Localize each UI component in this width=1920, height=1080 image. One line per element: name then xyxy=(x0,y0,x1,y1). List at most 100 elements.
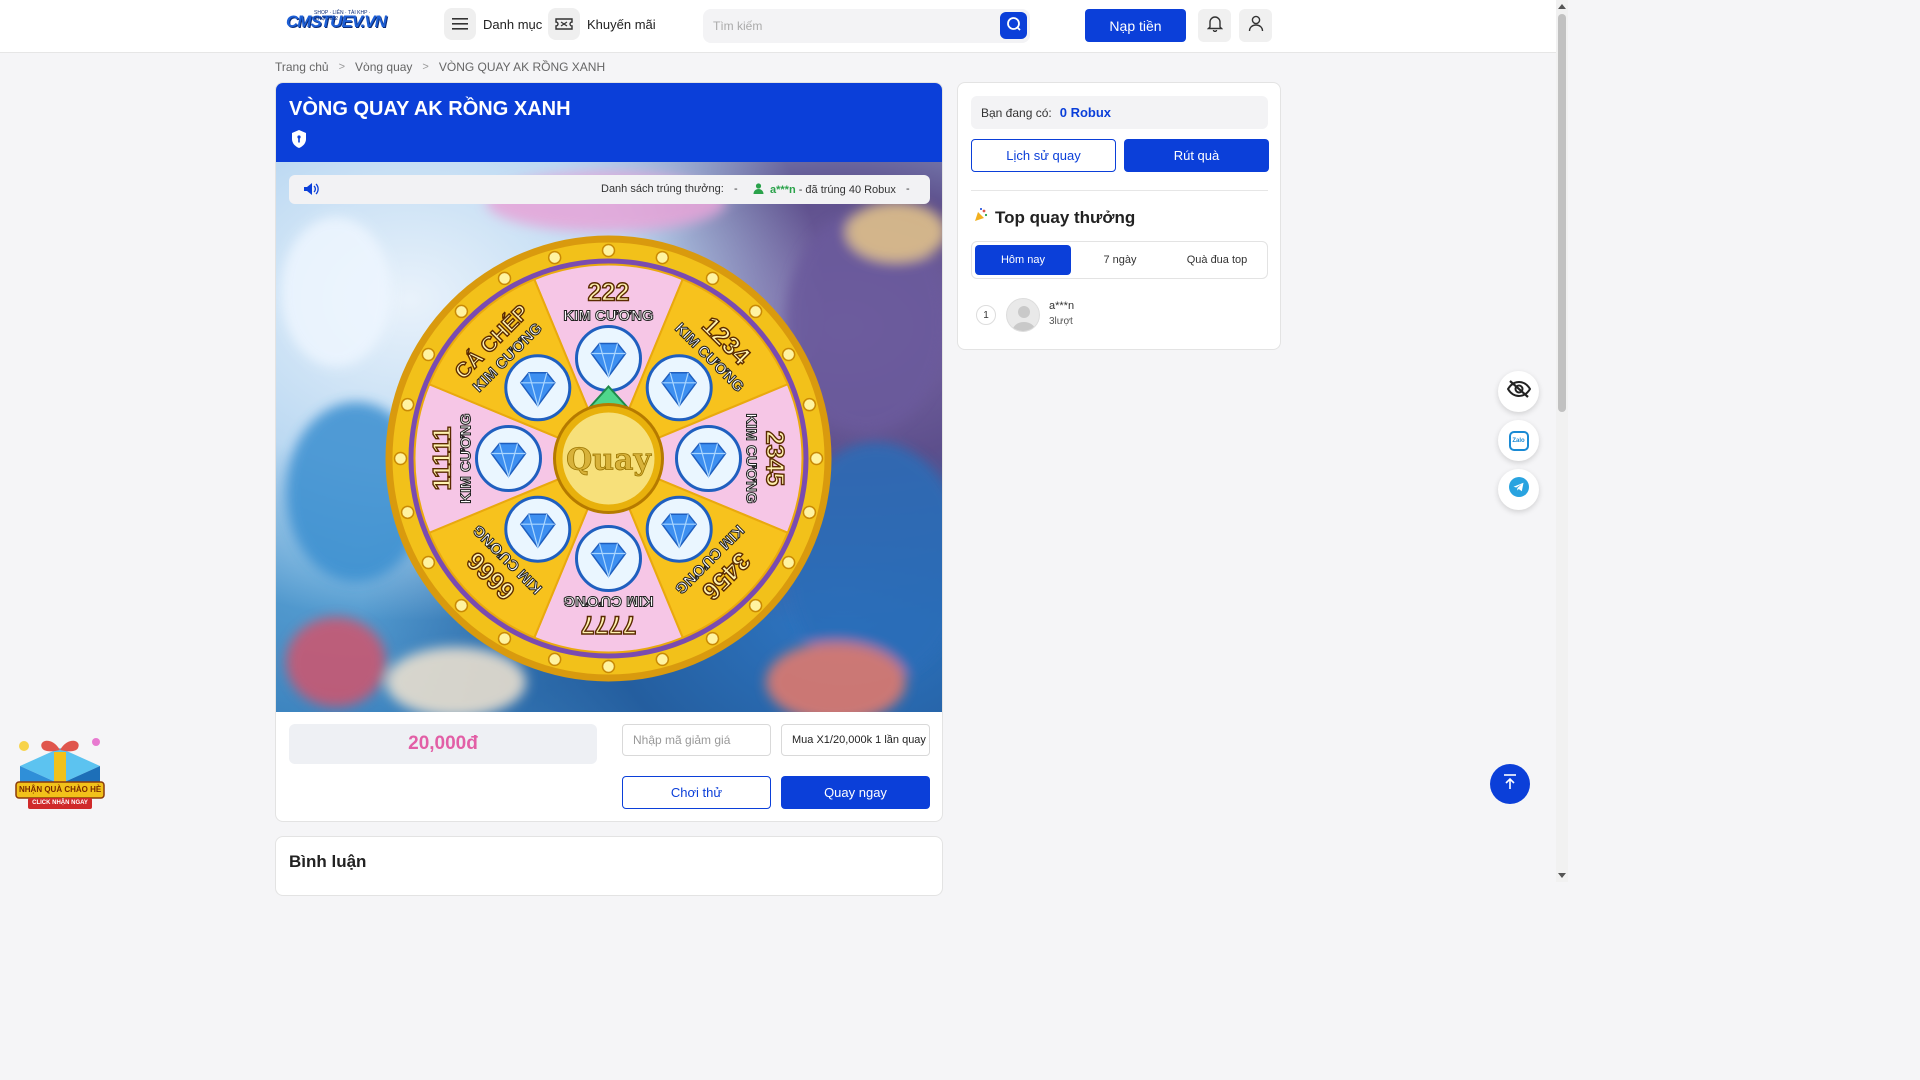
search-box xyxy=(703,9,1030,43)
ticker-separator: - xyxy=(906,183,910,195)
tab-today[interactable]: Hôm nay xyxy=(975,245,1071,275)
wheel-banner: Danh sách trúng thưởng: - a***n - đã trú… xyxy=(276,162,942,712)
balance-box: Bạn đang có: 0 Robux xyxy=(971,96,1268,129)
wheel-stud xyxy=(781,347,796,362)
search-button[interactable] xyxy=(1000,12,1027,39)
side-panel: Bạn đang có: 0 Robux Lịch sử quay Rút qu… xyxy=(957,82,1281,350)
wheel-stud xyxy=(454,598,469,613)
wheel-prize-amount: 2345 xyxy=(761,431,789,487)
shield-icon xyxy=(291,130,307,148)
wheel-stud xyxy=(601,659,616,674)
wheel-prize-unit: KIM CƯƠNG xyxy=(458,413,475,503)
top-spin-title: Top quay thưởng xyxy=(973,207,1135,228)
wheel-stud xyxy=(547,250,562,265)
ranking-row: 1 a***n 3lượt xyxy=(976,297,1266,333)
zalo-button[interactable]: Zalo xyxy=(1498,420,1539,461)
wheel-stud xyxy=(809,451,824,466)
gift-banner-line1: NHẬN QUÀ CHÀO HÈ xyxy=(19,785,102,794)
eye-off-icon xyxy=(1506,380,1531,403)
rank-number: 1 xyxy=(976,305,996,325)
summer-gift-banner[interactable]: NHẬN QUÀ CHÀO HÈ CLICK NHẬN NGAY xyxy=(10,716,110,812)
wheel-prize-unit: KIM CƯƠNG xyxy=(743,413,760,503)
page-scrollbar[interactable] xyxy=(1556,0,1568,882)
site-logo[interactable]: CMSTUEV.VN SHOP · LIÊN · TÀI KHP · CHỢ 2… xyxy=(286,10,387,40)
gift-banner-line2: CLICK NHẬN NGAY xyxy=(32,800,88,806)
category-menu-button[interactable]: Danh mục xyxy=(444,8,542,40)
coupon-input[interactable] xyxy=(622,724,771,756)
breadcrumb: Trang chủ > Vòng quay > VÒNG QUAY AK RỒN… xyxy=(275,60,605,74)
arrow-up-icon xyxy=(1503,773,1517,795)
wheel-prize-amount: 222 xyxy=(588,279,630,307)
try-play-button[interactable]: Chơi thử xyxy=(622,776,771,809)
wheel-prize-amount: 7777 xyxy=(581,611,637,639)
tab-7-days[interactable]: 7 ngày xyxy=(1072,245,1168,275)
comments-title: Bình luận xyxy=(289,852,367,871)
tab-top-prize[interactable]: Quà đua top xyxy=(1169,245,1265,275)
menu-icon xyxy=(444,8,476,40)
user-icon xyxy=(753,183,764,197)
category-menu-label: Danh mục xyxy=(483,16,543,32)
wheel-stud xyxy=(705,631,720,646)
topup-button[interactable]: Nạp tiền xyxy=(1085,9,1186,42)
hide-widgets-button[interactable] xyxy=(1498,371,1539,412)
withdraw-prize-button[interactable]: Rút quà xyxy=(1124,139,1269,172)
notification-button[interactable] xyxy=(1198,9,1231,42)
chevron-right-icon: > xyxy=(422,61,429,73)
speaker-icon xyxy=(303,182,320,199)
scroll-down-arrow[interactable] xyxy=(1558,873,1566,878)
balance-value: 0 Robux xyxy=(1059,105,1112,120)
wheel-stud xyxy=(393,451,408,466)
comments-section: Bình luận xyxy=(275,836,943,896)
bell-icon xyxy=(1206,14,1223,37)
wheel-stud xyxy=(421,555,436,570)
wheel-stud xyxy=(400,505,415,520)
page-title: VÒNG QUAY AK RỒNG XANH xyxy=(289,98,571,120)
lucky-wheel-graphic: 222KIM CƯƠNG 1234KIM CƯƠNG2345KIM CƯƠNG34… xyxy=(385,235,832,682)
scrollbar-thumb[interactable] xyxy=(1558,14,1566,412)
wheel-segment-label: 11111 KIM CƯƠNG xyxy=(428,413,475,504)
winner-ticker: Danh sách trúng thưởng: - a***n - đã trú… xyxy=(289,175,930,204)
wheel-stud xyxy=(400,397,415,412)
telegram-button[interactable] xyxy=(1498,469,1539,510)
user-icon xyxy=(1248,15,1264,37)
ticker-label: Danh sách trúng thưởng: xyxy=(601,183,724,195)
wheel-stud xyxy=(547,652,562,667)
ticker-winner-entry: a***n - đã trúng 40 Robux xyxy=(753,183,896,197)
search-icon xyxy=(1006,16,1021,36)
scroll-up-arrow[interactable] xyxy=(1558,4,1566,9)
spin-history-button[interactable]: Lịch sử quay xyxy=(971,139,1116,172)
wheel-title-bar: VÒNG QUAY AK RỒNG XANH xyxy=(276,83,942,162)
zalo-icon-text: Zalo xyxy=(1512,437,1525,444)
wheel-prize-unit: KIM CƯƠNG xyxy=(563,593,653,610)
wheel-card: VÒNG QUAY AK RỒNG XANH Danh sách trúng t… xyxy=(275,82,943,822)
promotion-button[interactable]: Khuyến mãi xyxy=(548,8,656,40)
top-header: CMSTUEV.VN SHOP · LIÊN · TÀI KHP · CHỢ 2… xyxy=(0,0,1556,53)
buy-option-select[interactable]: Mua X1/20,000k 1 lần quay xyxy=(781,724,930,756)
avatar xyxy=(1006,298,1040,332)
wheel-stud xyxy=(748,598,763,613)
top-spin-title-text: Top quay thưởng xyxy=(995,207,1136,227)
search-input[interactable] xyxy=(703,9,983,43)
balance-label: Bạn đang có: xyxy=(981,105,1052,120)
breadcrumb-current: VÒNG QUAY AK RỒNG XANH xyxy=(438,60,606,74)
wheel-stud xyxy=(781,555,796,570)
wheel-spin-label[interactable]: Quay xyxy=(566,442,653,478)
wheel-stud xyxy=(497,271,512,286)
wheel-prize-amount: 11111 xyxy=(429,426,457,490)
promotion-label: Khuyến mãi xyxy=(587,16,656,32)
spin-now-button[interactable]: Quay ngay xyxy=(781,776,930,809)
wheel-stud xyxy=(655,652,670,667)
ticker-winner-name: a***n xyxy=(770,184,796,196)
divider xyxy=(971,190,1268,191)
wheel-prize-unit: KIM CƯƠNG xyxy=(563,308,653,325)
wheel-stud xyxy=(655,250,670,265)
breadcrumb-wheel[interactable]: Vòng quay xyxy=(355,60,412,74)
account-button[interactable] xyxy=(1239,9,1272,42)
breadcrumb-home[interactable]: Trang chủ xyxy=(275,60,329,74)
lucky-wheel[interactable]: 222 KIM CƯƠNG 1234 KIM CƯƠNG 2345 KIM CƯƠNG 34… xyxy=(384,234,833,683)
wheel-stud xyxy=(454,304,469,319)
scroll-to-top-button[interactable] xyxy=(1490,764,1530,804)
wheel-stud xyxy=(421,347,436,362)
wheel-stud xyxy=(705,271,720,286)
trophy-icon xyxy=(973,207,989,228)
